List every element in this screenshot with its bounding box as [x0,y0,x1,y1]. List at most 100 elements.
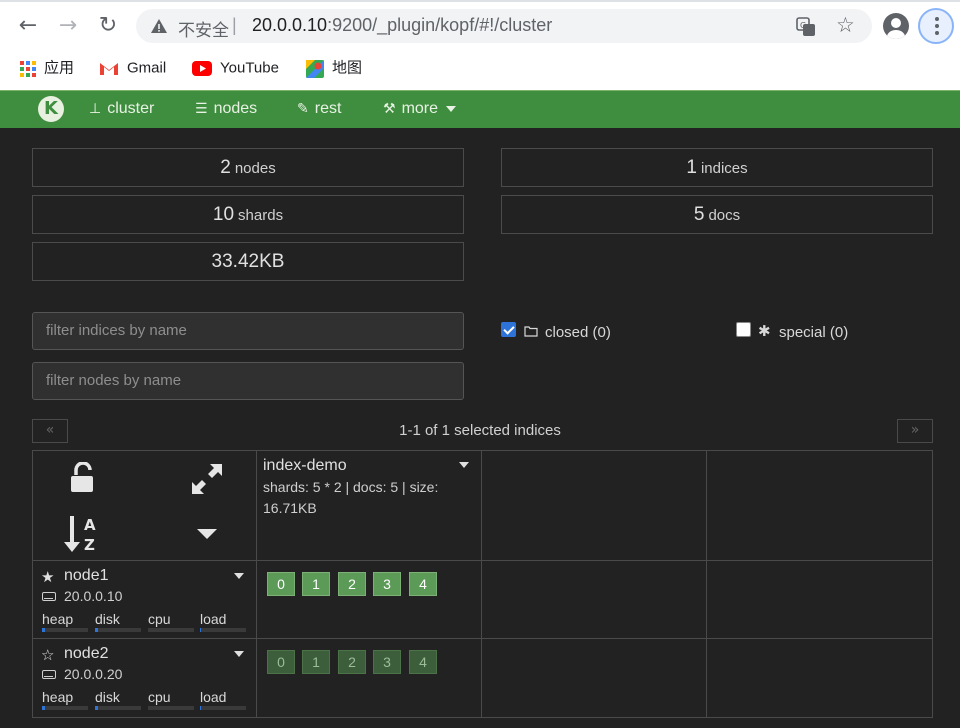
profile-avatar-icon[interactable] [883,13,909,39]
closed-checkbox[interactable] [501,322,516,337]
bookmark-gmail[interactable]: Gmail [99,58,166,78]
bookmark-label: 地图 [332,59,363,77]
app-navbar: K ⊥ cluster ☰ nodes ✎ rest ⚒ more [0,90,960,128]
empty-cell [481,638,707,718]
bookmark-label: 应用 [44,59,75,77]
shard-box[interactable]: 0 [267,572,295,596]
url-host: 20.0.0.10 [252,15,328,35]
empty-cell [706,638,933,718]
stat-label: indices [700,160,748,177]
address-bar[interactable]: 不安全 | 20.0.0.10:9200/_plugin/kopf/#!/clu… [136,9,872,43]
stat-value: 33.42KB [211,251,285,272]
nav-label: rest [314,100,342,117]
pager-next-button[interactable]: » [897,419,933,443]
magic-wand-icon: ⚒ [383,101,396,117]
shard-box[interactable]: 4 [409,650,437,674]
browser-chrome: ← → ↻ 不安全 | 20.0.0.10:9200/_plugin/kopf/… [0,0,960,90]
shard-box[interactable]: 0 [267,650,295,674]
unlock-icon[interactable] [70,462,96,494]
caret-down-icon[interactable] [196,528,218,540]
back-arrow-icon[interactable]: ← [14,12,42,40]
bookmark-label: Gmail [127,59,167,77]
hdd-icon [42,592,56,601]
star-outline-icon: ☆ [41,646,55,664]
translate-icon[interactable]: G [796,17,816,37]
index-dropdown-icon[interactable] [459,462,469,468]
special-checkbox[interactable] [736,322,751,337]
stat-label: docs [708,207,741,224]
node-name[interactable]: node2 [64,645,109,663]
metric-bar [148,706,194,710]
shard-box[interactable]: 1 [302,572,330,596]
node-name[interactable]: node1 [64,567,109,585]
shard-box[interactable]: 3 [373,572,401,596]
nav-rest[interactable]: ✎ rest [297,91,341,129]
special-label[interactable]: special (0) [779,324,848,341]
filter-nodes-input[interactable]: filter nodes by name [32,362,464,400]
bookmark-apps[interactable]: 应用 [20,58,74,78]
edit-icon: ✎ [297,101,309,117]
browser-menu-button[interactable] [918,8,954,44]
maps-icon [306,59,324,78]
stat-docs: 5 docs [501,195,933,234]
folder-icon [524,326,538,337]
svg-text:G: G [800,21,806,30]
nav-more[interactable]: ⚒ more [383,91,457,129]
url-divider: | [232,15,237,35]
youtube-icon [192,61,212,76]
metric-load: load [200,611,246,632]
stat-value: 2 [220,157,231,178]
bookmark-youtube[interactable]: YouTube [192,58,279,78]
bookmark-star-icon[interactable]: ☆ [836,13,855,37]
closed-label[interactable]: closed (0) [545,324,611,341]
kopf-logo[interactable]: K [38,96,64,122]
metric-label: disk [95,611,120,627]
tab-strip-edge [0,0,960,2]
metric-heap: heap [42,611,88,632]
stat-value: 5 [693,204,705,225]
node-dropdown-icon[interactable] [234,651,244,657]
stat-shards: 10 shards [32,195,464,234]
gmail-icon [100,63,118,75]
nav-cluster[interactable]: ⊥ cluster [89,91,154,129]
metric-bar-fill [200,628,201,632]
metric-bar [200,706,246,710]
reload-icon[interactable]: ↻ [94,12,122,40]
expand-icon[interactable] [190,462,224,496]
metric-label: heap [42,689,74,705]
nav-nodes[interactable]: ☰ nodes [195,91,257,129]
metric-cpu: cpu [148,611,194,632]
asterisk-icon: ✱ [758,322,771,340]
filter-indices-input[interactable]: filter indices by name [32,312,464,350]
metric-label: heap [42,611,74,627]
bookmark-maps[interactable]: 地图 [306,58,362,78]
hdd-icon [42,670,56,679]
metric-bar [95,706,141,710]
sort-alpha-icon[interactable]: A Z [64,514,102,554]
shard-box[interactable]: 1 [302,650,330,674]
metric-cpu: cpu [148,689,194,710]
shard-box[interactable]: 2 [338,650,366,674]
chevron-down-icon [446,105,457,112]
forward-arrow-icon[interactable]: → [54,12,82,40]
metric-disk: disk [95,611,141,632]
insecure-label[interactable]: 不安全 [178,16,229,41]
shard-box[interactable]: 2 [338,572,366,596]
node-ip: 20.0.0.10 [64,588,123,604]
metric-bar [95,628,141,632]
index-name[interactable]: index-demo [263,457,347,475]
shard-box[interactable]: 4 [409,572,437,596]
shard-box[interactable]: 3 [373,650,401,674]
empty-cell [481,560,707,639]
url-text[interactable]: 20.0.0.10:9200/_plugin/kopf/#!/cluster [252,15,552,36]
metric-label: load [200,611,227,627]
node-ip: 20.0.0.20 [64,666,123,682]
svg-text:A: A [84,516,96,534]
url-path: :9200/_plugin/kopf/#!/cluster [327,15,553,35]
warning-icon[interactable] [150,17,168,35]
metric-heap: heap [42,689,88,710]
empty-header-cell [481,450,707,561]
metric-bar-fill [95,706,98,710]
node-dropdown-icon[interactable] [234,573,244,579]
bookmark-label: YouTube [220,59,279,77]
